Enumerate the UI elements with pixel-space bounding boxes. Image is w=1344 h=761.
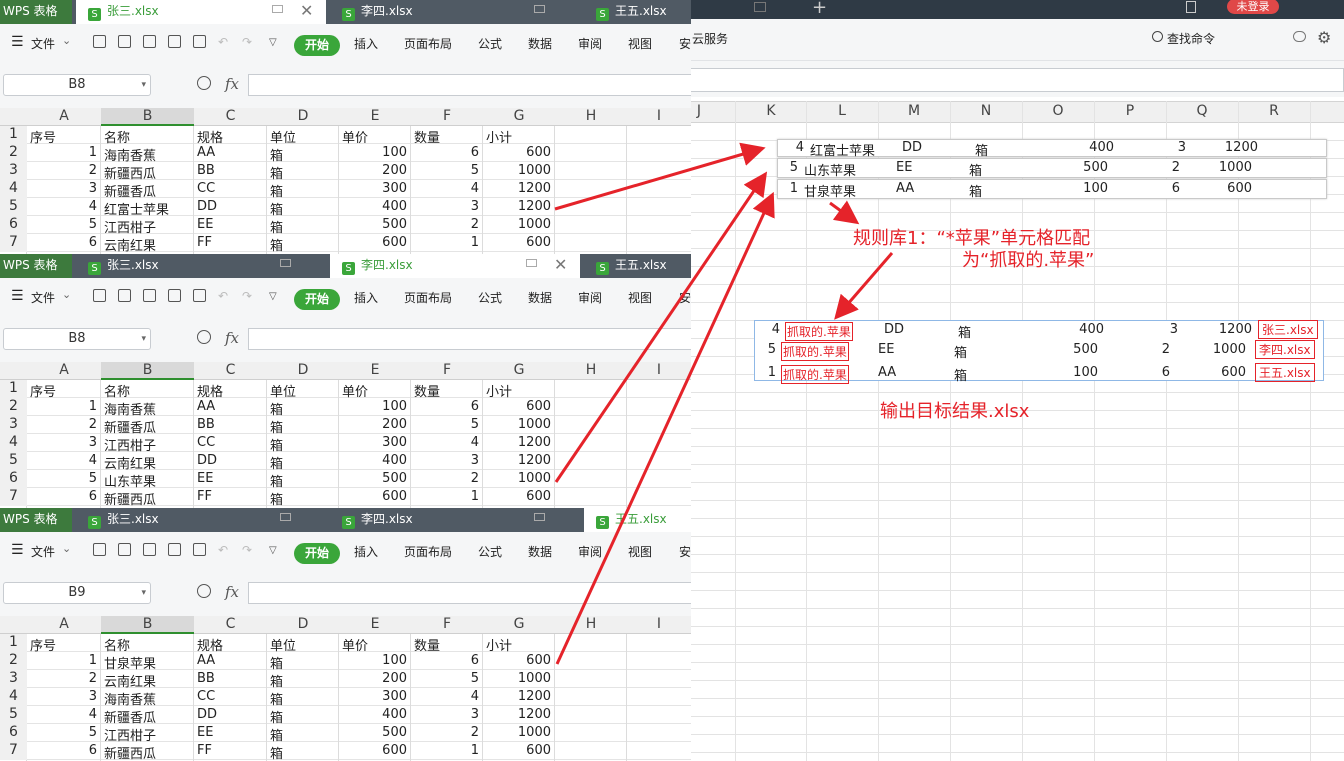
arrow-rule-to-output xyxy=(834,252,894,320)
arrow-match-to-rule xyxy=(829,200,860,225)
arrow-zhangsan-to-match xyxy=(554,142,766,211)
arrow-lisi-to-match xyxy=(554,171,768,483)
annotation-arrows xyxy=(554,142,894,665)
